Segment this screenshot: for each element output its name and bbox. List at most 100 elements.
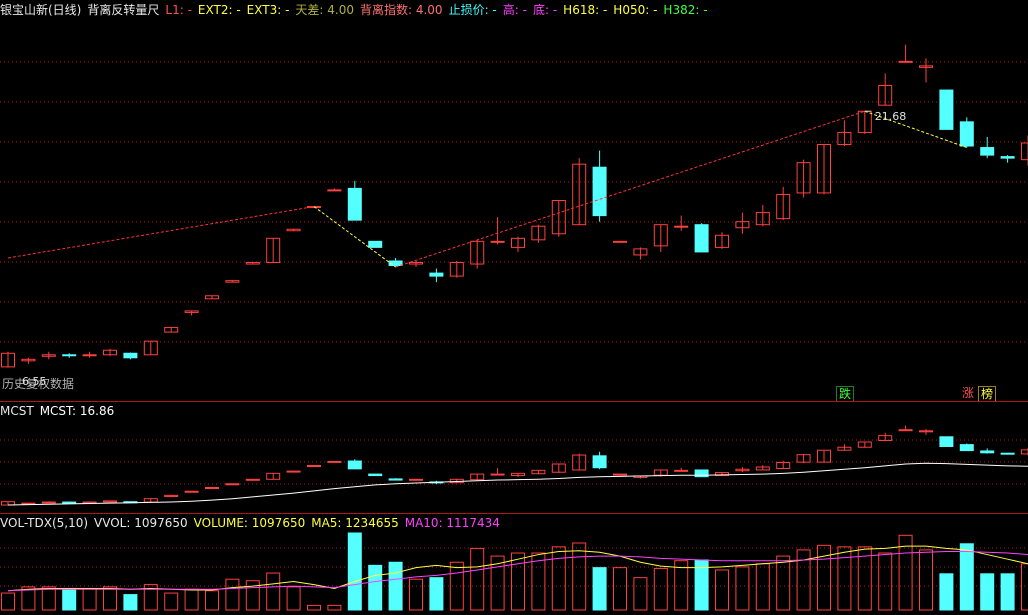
mcst-candle[interactable] <box>959 444 974 452</box>
mcst-candle[interactable] <box>21 502 36 505</box>
mcst-candle[interactable] <box>245 478 260 481</box>
mcst-candle[interactable] <box>327 460 342 463</box>
volume-bar[interactable] <box>715 569 729 611</box>
low-price-label: 6.55 <box>22 375 47 388</box>
mcst-candle[interactable] <box>490 473 505 476</box>
mcst-candle[interactable] <box>307 465 321 467</box>
volume-bar[interactable] <box>592 567 607 611</box>
price-candle[interactable] <box>674 225 689 228</box>
price-candle[interactable] <box>980 147 995 156</box>
volume-bar[interactable] <box>470 547 485 611</box>
price-candle[interactable] <box>490 240 505 243</box>
mcst-name[interactable]: MCST <box>0 403 34 419</box>
volume-bar[interactable] <box>327 604 342 611</box>
tag-zhang[interactable]: 涨 <box>960 386 976 400</box>
volume-bar[interactable] <box>572 542 587 611</box>
mcst-candle[interactable] <box>1000 452 1015 455</box>
mcst-candle[interactable] <box>898 429 913 432</box>
mcst-candle[interactable] <box>613 473 627 476</box>
tag-bang[interactable]: 榜 <box>978 386 997 402</box>
mcst-candle[interactable] <box>286 470 301 473</box>
mcst-value: MCST: 16.86 <box>39 404 115 418</box>
volume-bar[interactable] <box>205 590 219 611</box>
price-candle[interactable] <box>123 352 138 359</box>
tag-die[interactable]: 跌 <box>836 386 855 402</box>
volume-bar[interactable] <box>959 543 974 611</box>
trend-line <box>7 206 315 259</box>
mcst-candle[interactable] <box>82 501 97 504</box>
volume-value: VOLUME: 1097650 <box>193 516 306 530</box>
volume-bar[interactable] <box>347 532 362 611</box>
ma5-value: MA5: 1234655 <box>311 516 399 530</box>
price-candle[interactable] <box>368 240 383 248</box>
trend-line <box>395 110 865 268</box>
mcst-candle[interactable] <box>205 487 219 490</box>
mcst-candle[interactable] <box>409 478 423 481</box>
mcst-candle[interactable] <box>388 478 403 481</box>
price-candle[interactable] <box>898 60 913 63</box>
price-candle[interactable] <box>327 189 342 192</box>
vol-name[interactable]: VOL-TDX(5,10) <box>0 515 88 531</box>
mcst-candle[interactable] <box>1021 449 1028 455</box>
mcst-candle[interactable] <box>592 455 607 469</box>
price-candle[interactable] <box>613 240 627 243</box>
volume-bar[interactable] <box>511 552 525 611</box>
price-candle[interactable] <box>1021 142 1028 161</box>
volume-bar[interactable] <box>82 587 97 611</box>
volume-bar[interactable] <box>409 578 423 611</box>
mcst-candle[interactable] <box>347 460 362 470</box>
volume-bar[interactable] <box>368 564 383 611</box>
volume-bar[interactable] <box>735 566 750 611</box>
volume-bar[interactable] <box>1000 573 1015 611</box>
price-candle[interactable] <box>959 121 974 147</box>
panel-separator[interactable] <box>0 401 1028 402</box>
volume-bar[interactable] <box>123 594 138 611</box>
volume-bar[interactable] <box>837 546 852 611</box>
volume-bar[interactable] <box>103 586 117 611</box>
volume-bar[interactable] <box>613 567 627 611</box>
volume-bar[interactable] <box>919 549 933 611</box>
price-candle[interactable] <box>939 89 954 130</box>
price-candle[interactable] <box>592 166 607 217</box>
price-candle[interactable] <box>62 354 77 357</box>
mcst-candle[interactable] <box>184 490 199 493</box>
volume-bar[interactable] <box>755 563 770 611</box>
price-candle[interactable] <box>429 272 444 277</box>
volume-bar[interactable] <box>388 561 403 611</box>
volume-bar[interactable] <box>184 588 199 611</box>
mcst-candle[interactable] <box>41 501 56 504</box>
price-candle[interactable] <box>82 354 97 357</box>
volume-bar[interactable] <box>939 573 954 611</box>
volume-bar[interactable] <box>164 592 179 611</box>
mcst-candle[interactable] <box>674 469 689 472</box>
mcst-header: MCST MCST: 16.86 <box>0 403 120 419</box>
volume-bar[interactable] <box>307 604 321 611</box>
volume-bar[interactable] <box>286 586 301 611</box>
volume-bar[interactable] <box>1 592 15 611</box>
volume-bar[interactable] <box>653 567 668 611</box>
ma10-value: MA10: 1117434 <box>404 516 500 530</box>
volume-bar[interactable] <box>225 578 240 611</box>
volume-bar[interactable] <box>551 546 566 611</box>
panel-separator[interactable] <box>0 513 1028 514</box>
volume-bar[interactable] <box>633 577 648 611</box>
mcst-candle[interactable] <box>939 436 954 447</box>
price-candle[interactable] <box>694 224 709 253</box>
price-candle[interactable] <box>347 187 362 221</box>
mcst-candle[interactable] <box>368 473 383 477</box>
volume-bar[interactable] <box>878 552 893 611</box>
peak-price-label: 21.68 <box>875 110 907 123</box>
volume-bar[interactable] <box>266 572 281 611</box>
volume-bar[interactable] <box>980 573 995 611</box>
volume-bar[interactable] <box>1021 563 1028 611</box>
volume-bar[interactable] <box>41 586 56 611</box>
volume-bar[interactable] <box>776 555 791 611</box>
mcst-candle[interactable] <box>919 430 933 433</box>
volume-bar[interactable] <box>429 577 444 611</box>
volume-bar[interactable] <box>62 587 77 611</box>
mcst-candle[interactable] <box>62 501 77 504</box>
mcst-candle[interactable] <box>980 450 995 454</box>
mcst-candle[interactable] <box>225 483 240 486</box>
vvol-value: VVOL: 1097650 <box>94 516 188 530</box>
price-candle[interactable] <box>1000 156 1015 159</box>
